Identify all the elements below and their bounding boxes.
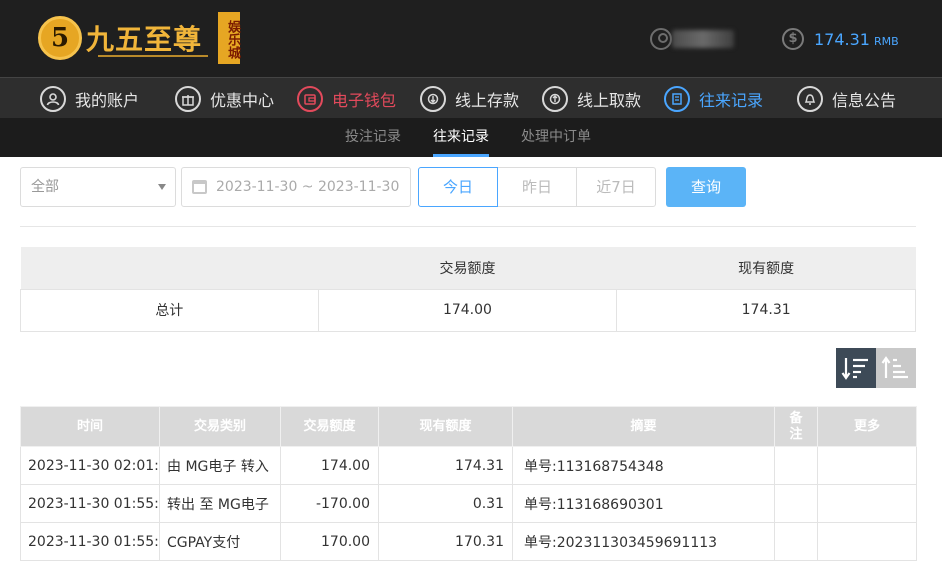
sort-descending-icon: [841, 358, 868, 380]
table-row[interactable]: 2023-11-30 01:55:28 转出 至 MG电子 -170.00 0.…: [20, 484, 917, 523]
col-header-type[interactable]: 交易类别: [159, 406, 281, 447]
username-redacted: [672, 30, 734, 48]
cell-summary: 单号:113168754348: [512, 446, 775, 485]
logo-ornament: [98, 55, 208, 57]
sort-ascending-icon: [881, 356, 908, 379]
last-7-days-button[interactable]: 近7日: [576, 167, 656, 207]
tab-pending-orders[interactable]: 处理中订单: [521, 118, 591, 157]
gift-icon: [175, 85, 201, 112]
date-range-value: 2023-11-30 ~ 2023-11-30: [216, 179, 400, 195]
cell-type: 转出 至 MG电子: [159, 484, 281, 523]
cell-balance: 170.31: [378, 522, 513, 561]
nav-item-e-wallet[interactable]: 电子钱包: [297, 78, 396, 119]
summary-total-balance: 174.31: [616, 288, 916, 332]
divider: [20, 226, 916, 227]
withdraw-icon: [542, 85, 568, 112]
cell-amount: 174.00: [280, 446, 379, 485]
brand-name: 九五至尊: [86, 23, 203, 56]
user-icon: [40, 85, 66, 112]
cell-amount: -170.00: [280, 484, 379, 523]
balance-amount: 174.31: [814, 30, 870, 49]
cell-more[interactable]: [817, 446, 917, 485]
date-range-input[interactable]: 2023-11-30 ~ 2023-11-30: [181, 167, 411, 207]
records-icon: [664, 85, 690, 112]
cell-more[interactable]: [817, 522, 917, 561]
caret-down-icon: [158, 184, 166, 190]
nav-item-announcements[interactable]: 信息公告: [797, 78, 896, 119]
nav-label: 线上存款: [455, 90, 520, 110]
yesterday-button[interactable]: 昨日: [497, 167, 577, 207]
col-header-time[interactable]: 时间: [20, 406, 160, 447]
select-value: 全部: [31, 179, 59, 195]
cell-balance: 0.31: [378, 484, 513, 523]
nav-label: 往来记录: [699, 90, 764, 110]
summary-header-transaction-amount: 交易额度: [318, 247, 617, 289]
nav-item-online-deposit[interactable]: 线上存款: [420, 78, 519, 119]
sort-ascending-button[interactable]: [876, 348, 916, 388]
query-button[interactable]: 查询: [666, 167, 746, 207]
top-header: 5 九五至尊 娱乐城 $ 174.31 RMB: [0, 0, 942, 77]
nav-label: 优惠中心: [210, 90, 275, 110]
brand-badge: 娱乐城: [218, 12, 240, 64]
col-header-amount[interactable]: 交易额度: [280, 406, 379, 447]
table-row[interactable]: 2023-11-30 02:01:28 由 MG电子 转入 174.00 174…: [20, 446, 917, 485]
nav-item-transaction-records[interactable]: 往来记录: [664, 78, 763, 119]
user-avatar-icon: [650, 28, 672, 50]
summary-header-blank: [20, 247, 319, 289]
cell-amount: 170.00: [280, 522, 379, 561]
account-balance: 174.31 RMB: [814, 30, 899, 49]
sub-nav: 投注记录 往来记录 处理中订单: [0, 118, 942, 157]
nav-label: 我的账户: [75, 90, 140, 110]
cell-type: CGPAY支付: [159, 522, 281, 561]
cell-remark: [774, 522, 818, 561]
cell-remark: [774, 446, 818, 485]
summary-header-row: 交易额度 现有额度: [20, 247, 916, 289]
wallet-icon: [297, 85, 323, 112]
records-header-row: 时间 交易类别 交易额度 现有额度 摘要 备注 更多: [20, 406, 917, 447]
cell-balance: 174.31: [378, 446, 513, 485]
cell-time: 2023-11-30 01:55:28: [20, 484, 160, 523]
transaction-records-table: 时间 交易类别 交易额度 现有额度 摘要 备注 更多 2023-11-30 02…: [20, 406, 917, 561]
nav-item-my-account[interactable]: 我的账户: [40, 78, 139, 119]
dollar-coin-icon: $: [782, 28, 804, 50]
cell-summary: 单号:113168690301: [512, 484, 775, 523]
sort-descending-button[interactable]: [836, 348, 876, 388]
nav-label: 信息公告: [832, 90, 897, 110]
nav-item-promotions[interactable]: 优惠中心: [175, 78, 274, 119]
summary-total-amount: 174.00: [317, 288, 618, 332]
brand-logo[interactable]: 5 九五至尊 娱乐城: [38, 12, 242, 66]
summary-total-row: 总计 174.00 174.31: [20, 288, 916, 332]
cell-time: 2023-11-30 02:01:28: [20, 446, 160, 485]
deposit-icon: [420, 85, 446, 112]
bell-icon: [797, 85, 823, 112]
tab-bet-records[interactable]: 投注记录: [345, 118, 401, 157]
summary-total-label: 总计: [20, 288, 319, 332]
tab-transaction-records[interactable]: 往来记录: [433, 118, 489, 157]
nav-label: 线上取款: [577, 90, 642, 110]
summary-header-current-balance: 现有额度: [616, 247, 916, 289]
logo-mark: 5: [38, 16, 82, 60]
col-header-balance[interactable]: 现有额度: [378, 406, 513, 447]
main-nav: 我的账户 优惠中心 电子钱包 线上存款 线上取款 往来记录 信息公告: [0, 77, 942, 118]
nav-label: 电子钱包: [332, 90, 397, 110]
calendar-icon: [192, 180, 207, 194]
cell-more[interactable]: [817, 484, 917, 523]
table-row[interactable]: 2023-11-30 01:55:12 CGPAY支付 170.00 170.3…: [20, 522, 917, 561]
cell-type: 由 MG电子 转入: [159, 446, 281, 485]
col-header-more[interactable]: 更多: [817, 406, 917, 447]
nav-item-online-withdraw[interactable]: 线上取款: [542, 78, 641, 119]
cell-summary: 单号:202311303459691113: [512, 522, 775, 561]
transaction-type-select[interactable]: 全部: [20, 167, 176, 207]
balance-currency: RMB: [873, 35, 899, 48]
cell-remark: [774, 484, 818, 523]
col-header-remark[interactable]: 备注: [774, 406, 818, 447]
cell-time: 2023-11-30 01:55:12: [20, 522, 160, 561]
col-header-summary[interactable]: 摘要: [512, 406, 775, 447]
today-button[interactable]: 今日: [418, 167, 498, 207]
summary-table: 交易额度 现有额度 总计 174.00 174.31: [20, 247, 916, 332]
